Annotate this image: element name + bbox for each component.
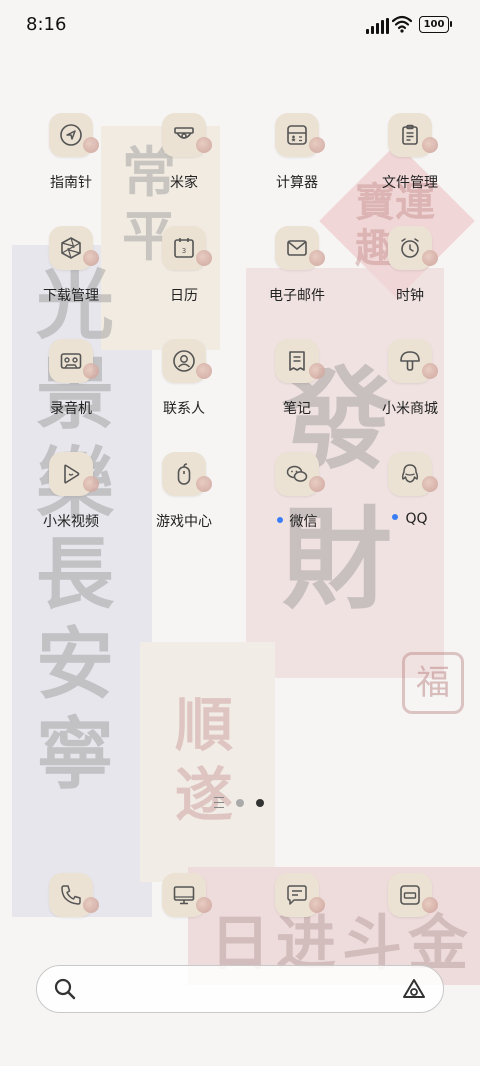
page-dot-active[interactable] [256,798,264,807]
app-mi-store[interactable]: 小米商城 [362,339,458,418]
app-email[interactable]: 电子邮件 [249,226,345,305]
play-icon [49,452,99,496]
app-label: 游戏中心 [156,514,212,530]
contact-icon [162,339,212,383]
app-label: 指南针 [50,175,92,191]
app-qq[interactable]: QQ [362,452,458,527]
app-label: 微信 [249,511,345,531]
new-badge [392,514,399,520]
message-icon [275,873,325,917]
mail-icon [275,226,325,270]
app-label: 电子邮件 [269,288,325,304]
app-calculator[interactable]: 计算器 [249,113,345,192]
app-label: 小米商城 [382,401,438,417]
camera-icon [388,873,438,917]
app-clock[interactable]: 时钟 [362,226,458,305]
dock-browser[interactable] [136,873,232,917]
qq-icon [388,452,438,496]
aperture-icon [49,226,99,270]
calendar-icon: 3 [162,226,212,270]
calculator-icon [275,113,325,157]
app-label: 联系人 [163,401,205,417]
app-label: 日历 [170,288,198,304]
page-dot[interactable] [236,798,244,807]
receipt-icon [275,339,325,383]
wallpaper-calligraphy: 順遂 [175,691,234,829]
search-icon [54,978,76,1000]
clipboard-icon [388,113,438,157]
app-notes[interactable]: 笔记 [249,339,345,418]
app-label: 时钟 [396,288,424,304]
battery-icon: 100 [419,16,452,33]
app-label-text: 微信 [289,514,318,530]
mushroom-icon [388,339,438,383]
app-downloads[interactable]: 下载管理 [23,226,119,305]
app-calendar[interactable]: 3 日历 [136,226,232,305]
app-contacts[interactable]: 联系人 [136,339,232,418]
page-indicator[interactable] [214,797,264,808]
wifi-icon [392,15,412,33]
app-game-center[interactable]: 游戏中心 [136,452,232,531]
alarm-clock-icon [388,226,438,270]
app-label: QQ [362,511,458,527]
app-label-text: QQ [405,511,428,527]
cassette-icon [49,339,99,383]
dock-phone[interactable] [23,873,119,917]
assistant-icon[interactable] [401,977,427,1001]
signal-icon [366,18,389,34]
dock-messages[interactable] [249,873,345,917]
status-time: 8:16 [26,14,67,35]
app-label: 文件管理 [382,175,438,191]
mouse-icon [162,452,212,496]
wallpaper-seal: 福 [402,652,464,714]
calendar-day: 3 [182,247,186,255]
app-label: 米家 [170,175,198,191]
app-recorder[interactable]: 录音机 [23,339,119,418]
app-wechat[interactable]: 微信 [249,452,345,531]
search-bar[interactable] [36,965,444,1013]
compass-icon [49,113,99,157]
status-bar: 8:16 100 [0,0,480,50]
app-compass[interactable]: 指南针 [23,113,119,192]
feed-page-icon[interactable] [214,797,224,808]
phone-icon [49,873,99,917]
app-label: 计算器 [276,175,318,191]
app-mijia[interactable]: 米家 [136,113,232,192]
camera-dome-icon [162,113,212,157]
wechat-icon [275,452,325,496]
dock-camera[interactable] [362,873,458,917]
app-file-manager[interactable]: 文件管理 [362,113,458,192]
new-badge [276,517,283,523]
app-label: 笔记 [283,401,311,417]
app-label: 下载管理 [43,288,99,304]
app-label: 小米视频 [43,514,99,530]
app-mi-video[interactable]: 小米视频 [23,452,119,531]
app-label: 录音机 [50,401,92,417]
monitor-icon [162,873,212,917]
